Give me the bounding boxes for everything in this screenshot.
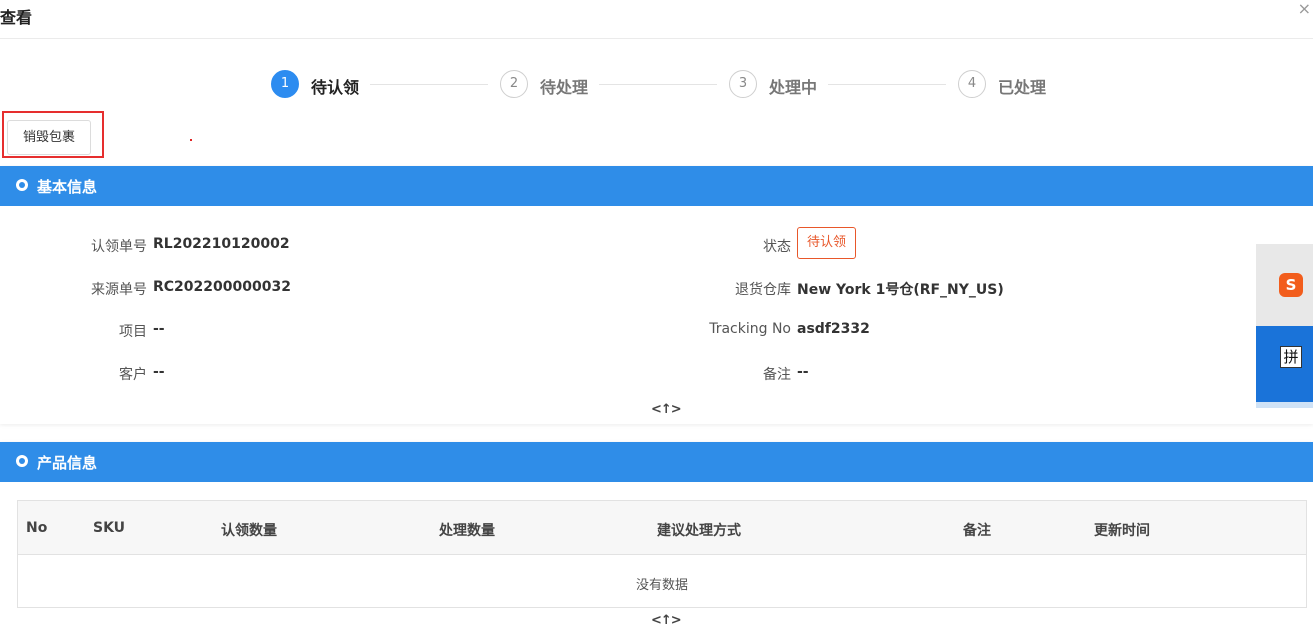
basic-info-header[interactable]: 基本信息 bbox=[0, 166, 1313, 206]
step-2-number: 2 bbox=[500, 70, 528, 98]
customer-value: -- bbox=[153, 364, 165, 380]
red-dot bbox=[190, 139, 192, 141]
column-header-updated-time[interactable]: 更新时间 bbox=[1094, 520, 1150, 540]
column-header-remark[interactable]: 备注 bbox=[963, 520, 991, 540]
product-info-header[interactable]: 产品信息 bbox=[0, 442, 1313, 482]
column-header-sku[interactable]: SKU bbox=[93, 520, 125, 536]
step-3-number: 3 bbox=[729, 70, 757, 98]
sogou-logo-icon: S bbox=[1279, 273, 1303, 297]
product-info-title: 产品信息 bbox=[37, 454, 98, 472]
step-2-label: 待处理 bbox=[540, 78, 589, 97]
project-value: -- bbox=[153, 321, 165, 337]
ime-side-widget[interactable]: S 拼 bbox=[1256, 244, 1313, 408]
ime-mode-area[interactable]: 拼 bbox=[1256, 326, 1313, 408]
table-header-row: No SKU 认领数量 处理数量 建议处理方式 备注 更新时间 bbox=[18, 501, 1306, 555]
claim-no-label: 认领单号 bbox=[91, 239, 147, 255]
collapse-toggle-icon[interactable]: <↑> bbox=[651, 402, 682, 417]
warehouse-label: 退货仓库 bbox=[735, 282, 791, 298]
basic-info-title: 基本信息 bbox=[37, 178, 98, 196]
step-1-label: 待认领 bbox=[311, 78, 360, 97]
section-bullet-icon bbox=[16, 179, 28, 191]
remark-value: -- bbox=[797, 364, 809, 380]
dialog-header: 查看 × bbox=[0, 0, 1313, 39]
close-icon[interactable]: × bbox=[1298, 0, 1311, 18]
dialog-title: 查看 bbox=[0, 8, 33, 27]
column-header-processed-qty[interactable]: 处理数量 bbox=[439, 520, 495, 540]
step-4-label: 已处理 bbox=[998, 78, 1047, 97]
pinyin-mode-icon: 拼 bbox=[1280, 346, 1302, 368]
warehouse-value: New York 1号仓(RF_NY_US) bbox=[797, 282, 1004, 298]
section-bullet-icon bbox=[16, 455, 28, 467]
progress-steps: 1 待认领 2 待处理 3 处理中 4 已处理 bbox=[0, 70, 1313, 100]
destroy-package-button[interactable]: 销毁包裹 bbox=[7, 120, 91, 155]
ime-widget-strip bbox=[1256, 402, 1313, 408]
claim-no-value: RL202210120002 bbox=[153, 236, 290, 252]
step-connector bbox=[828, 84, 946, 85]
project-label: 项目 bbox=[119, 324, 147, 340]
collapse-toggle-icon[interactable]: <↑> bbox=[651, 613, 682, 628]
empty-table-message: 没有数据 bbox=[635, 578, 688, 593]
step-1-number: 1 bbox=[271, 70, 299, 98]
step-connector bbox=[599, 84, 717, 85]
remark-label: 备注 bbox=[763, 367, 791, 383]
tracking-value: asdf2332 bbox=[797, 321, 870, 337]
source-no-value: RC202200000032 bbox=[153, 279, 291, 295]
column-header-no[interactable]: No bbox=[26, 520, 47, 536]
product-table: No SKU 认领数量 处理数量 建议处理方式 备注 更新时间 没有数据 bbox=[17, 500, 1307, 608]
tracking-label: Tracking No bbox=[709, 321, 791, 337]
column-header-claim-qty[interactable]: 认领数量 bbox=[221, 520, 277, 540]
step-connector bbox=[370, 84, 488, 85]
step-4-number: 4 bbox=[958, 70, 986, 98]
source-no-label: 来源单号 bbox=[91, 282, 147, 298]
column-header-suggested-method[interactable]: 建议处理方式 bbox=[657, 520, 741, 540]
step-3-label: 处理中 bbox=[769, 78, 818, 97]
ime-logo-area[interactable]: S bbox=[1256, 244, 1313, 326]
status-label: 状态 bbox=[763, 239, 791, 255]
customer-label: 客户 bbox=[119, 367, 147, 383]
status-badge: 待认领 bbox=[797, 227, 856, 259]
